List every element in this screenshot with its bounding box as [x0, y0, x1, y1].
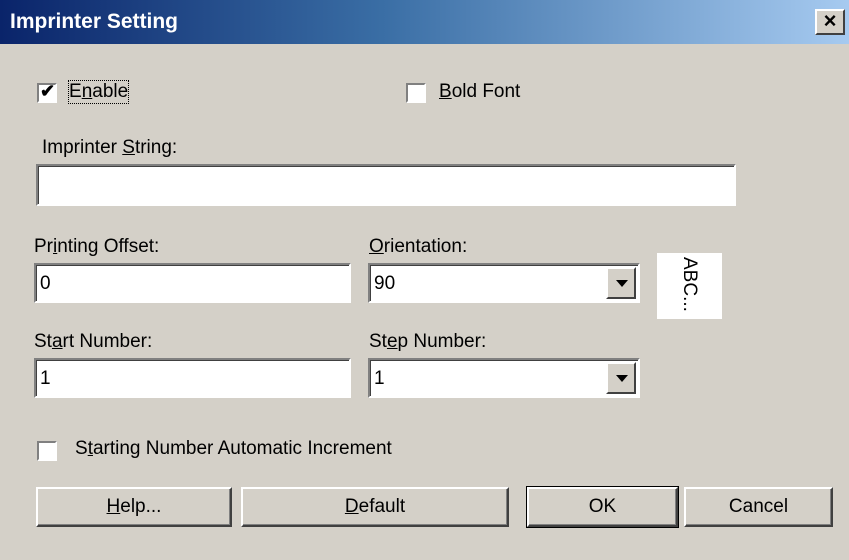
imprinter-string-label: Imprinter String: — [42, 137, 178, 158]
close-button[interactable]: × — [815, 9, 845, 35]
title-bar[interactable]: Imprinter Setting × — [0, 0, 849, 44]
step-number-select[interactable]: 1 — [368, 358, 640, 398]
close-icon: × — [823, 8, 837, 33]
imprinter-setting-dialog: Imprinter Setting × ✔ Enable Bold Font I… — [0, 0, 849, 560]
cancel-button[interactable]: Cancel — [684, 487, 833, 527]
ok-button[interactable]: OK — [526, 486, 679, 528]
step-number-dropdown-icon[interactable] — [606, 362, 636, 394]
help-button[interactable]: Help... — [36, 487, 232, 527]
window-title: Imprinter Setting — [10, 10, 179, 33]
enable-label[interactable]: Enable — [67, 80, 130, 104]
auto-increment-label[interactable]: Starting Number Automatic Increment — [75, 438, 392, 460]
orientation-value: 90 — [374, 273, 396, 294]
auto-increment-checkbox[interactable] — [37, 441, 57, 461]
printing-offset-label: Printing Offset: — [34, 236, 160, 257]
default-button[interactable]: Default — [241, 487, 509, 527]
bold-font-checkbox[interactable] — [406, 83, 426, 103]
enable-checkbox[interactable]: ✔ — [37, 81, 57, 103]
printing-offset-input[interactable]: 0 — [34, 263, 351, 303]
step-number-label: Step Number: — [369, 331, 487, 352]
step-number-value: 1 — [374, 368, 385, 389]
checkmark-icon: ✔ — [40, 81, 56, 101]
orientation-preview: ABC... — [657, 253, 722, 319]
orientation-dropdown-icon[interactable] — [606, 267, 636, 299]
bold-font-label[interactable]: Bold Font — [439, 81, 520, 103]
start-number-input[interactable]: 1 — [34, 358, 351, 398]
orientation-select[interactable]: 90 — [368, 263, 640, 303]
start-number-label: Start Number: — [34, 331, 153, 352]
imprinter-string-input[interactable] — [36, 164, 736, 206]
orientation-label: Orientation: — [369, 236, 468, 257]
orientation-preview-text: ABC... — [679, 257, 700, 312]
